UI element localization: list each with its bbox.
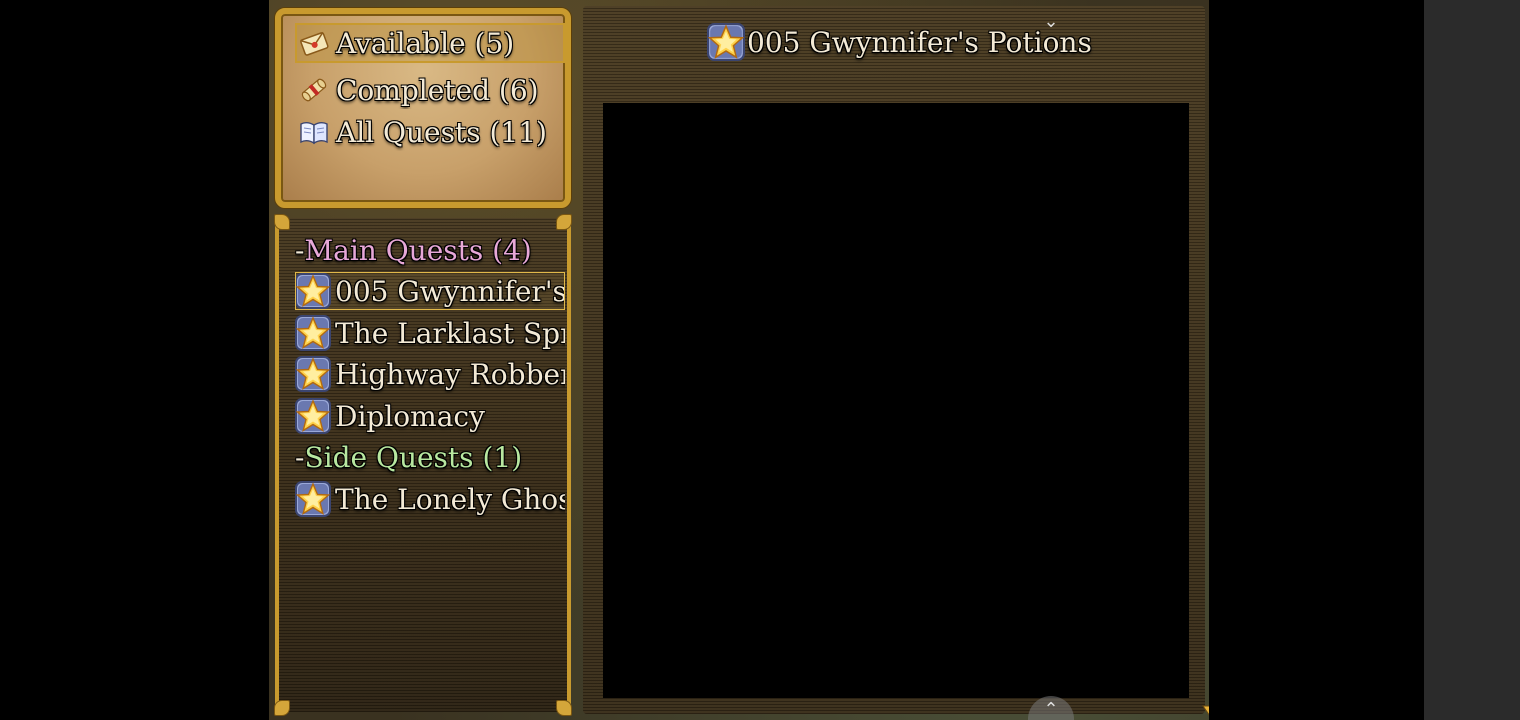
quest-label: Diplomacy bbox=[335, 399, 485, 433]
frame-corner bbox=[274, 700, 290, 716]
quest-item-gwynnifers-potions[interactable]: 005 Gwynnifer's bbox=[295, 272, 565, 310]
quest-list-panel: - Main Quests (4) 005 Gwynnifer's The Lar… bbox=[274, 214, 572, 716]
quest-label: Highway Robber bbox=[335, 357, 565, 391]
frame-corner bbox=[556, 700, 572, 716]
quest-log-window: Available (5) Completed (6) All Quests (… bbox=[269, 0, 1209, 720]
quest-title-text: 005 Gwynnifer's Potions bbox=[747, 25, 1092, 59]
right-gutter bbox=[1424, 0, 1520, 720]
more-content-indicator-icon bbox=[1202, 705, 1209, 716]
category-available[interactable]: Available (5) bbox=[295, 23, 565, 63]
group-label: Side Quests (1) bbox=[304, 440, 523, 474]
scroll-up-arrow-icon[interactable]: ⌃ bbox=[1028, 696, 1074, 720]
quest-label: The Lonely Ghos bbox=[335, 482, 565, 516]
quest-category-panel: Available (5) Completed (6) All Quests (… bbox=[275, 8, 571, 208]
category-label: All Quests (11) bbox=[336, 115, 547, 149]
scroll-icon bbox=[296, 72, 332, 108]
quest-item-lonely-ghost[interactable]: The Lonely Ghos bbox=[295, 480, 565, 518]
group-label: Main Quests (4) bbox=[304, 233, 532, 267]
quest-label: The Larklast Spr bbox=[335, 316, 565, 350]
star-icon bbox=[295, 398, 331, 434]
star-icon bbox=[295, 315, 331, 351]
category-label: Completed (6) bbox=[336, 73, 539, 107]
category-completed[interactable]: Completed (6) bbox=[296, 71, 564, 109]
envelope-icon bbox=[296, 25, 332, 61]
frame-corner bbox=[556, 214, 572, 230]
quest-detail-panel: ⌄ ⌃ bbox=[583, 6, 1209, 720]
book-icon bbox=[296, 114, 332, 150]
star-icon bbox=[707, 23, 745, 61]
quest-label: 005 Gwynnifer's bbox=[335, 274, 565, 308]
frame-corner bbox=[274, 214, 290, 230]
quest-description-area[interactable] bbox=[603, 103, 1189, 698]
star-icon bbox=[295, 273, 331, 309]
star-icon bbox=[295, 356, 331, 392]
star-icon bbox=[295, 481, 331, 517]
group-header-side-quests[interactable]: - Side Quests (1) bbox=[295, 438, 565, 476]
group-header-main-quests[interactable]: - Main Quests (4) bbox=[295, 231, 565, 269]
category-label: Available (5) bbox=[336, 26, 515, 60]
quest-detail-title: 005 Gwynnifer's Potions bbox=[707, 22, 1092, 62]
category-all-quests[interactable]: All Quests (11) bbox=[296, 113, 564, 151]
quest-item-highway-robbery[interactable]: Highway Robber bbox=[295, 355, 565, 393]
quest-item-diplomacy[interactable]: Diplomacy bbox=[295, 397, 565, 435]
quest-item-larklast[interactable]: The Larklast Spr bbox=[295, 314, 565, 352]
